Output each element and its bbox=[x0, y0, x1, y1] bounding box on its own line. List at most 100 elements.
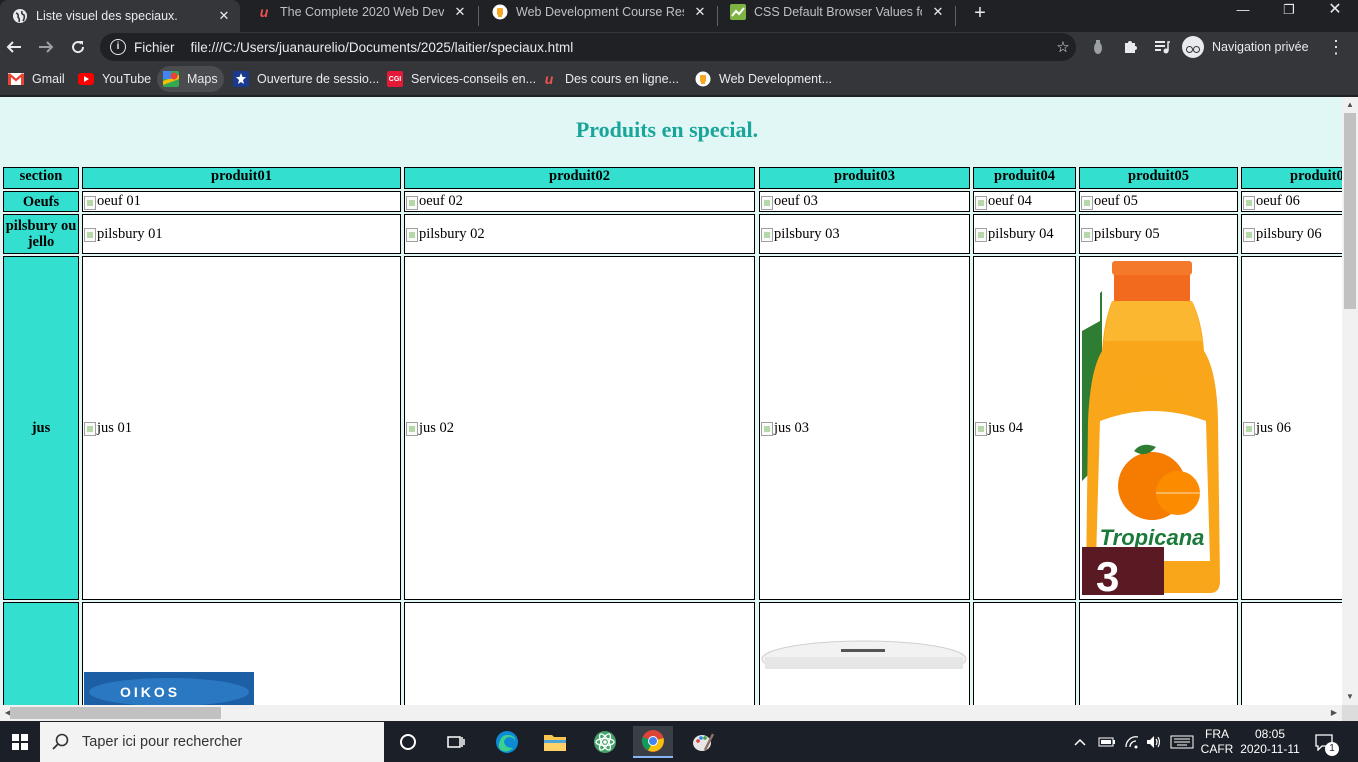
atom-app-icon[interactable] bbox=[585, 726, 625, 758]
info-icon[interactable]: i bbox=[110, 39, 126, 55]
table-cell: pilsbury 04 bbox=[973, 214, 1076, 254]
edge-icon[interactable] bbox=[487, 726, 527, 758]
incognito-icon bbox=[1182, 36, 1204, 58]
yogurt-tub-image bbox=[761, 639, 967, 705]
star-icon[interactable]: ☆ bbox=[1050, 38, 1076, 56]
image-alt-text: jus 06 bbox=[1256, 419, 1292, 436]
new-tab-button[interactable]: + bbox=[968, 2, 992, 26]
youtube-icon bbox=[78, 71, 94, 87]
extension-icon[interactable] bbox=[1086, 35, 1110, 59]
row-header-yogourt bbox=[3, 602, 79, 705]
bookmark-maps[interactable]: Maps bbox=[157, 66, 224, 92]
tab-udemy[interactable]: u The Complete 2020 Web Develop ✕ bbox=[244, 0, 476, 24]
table-cell: pilsbury 03 bbox=[759, 214, 970, 254]
volume-icon[interactable] bbox=[1146, 722, 1162, 762]
address-bar[interactable]: i Fichier file:///C:/Users/juanaurelio/D… bbox=[100, 33, 1076, 61]
tab-title: The Complete 2020 Web Develop bbox=[280, 5, 444, 19]
broken-image-icon bbox=[761, 422, 773, 436]
table-header-produit01: produit01 bbox=[82, 167, 401, 189]
toolbar: i Fichier file:///C:/Users/juanaurelio/D… bbox=[0, 32, 1358, 62]
quebec-icon bbox=[233, 71, 249, 87]
table-cell: jus 03 bbox=[759, 256, 970, 600]
image-alt-text: oeuf 05 bbox=[1094, 193, 1138, 209]
url-text[interactable]: file:///C:/Users/juanaurelio/Documents/2… bbox=[191, 40, 1050, 55]
keyboard-icon[interactable] bbox=[1170, 722, 1194, 762]
close-icon[interactable]: ✕ bbox=[930, 4, 946, 20]
back-button[interactable] bbox=[2, 35, 26, 59]
wifi-icon[interactable] bbox=[1124, 722, 1140, 762]
tab-active[interactable]: Liste visuel des speciaux. ✕ bbox=[0, 0, 240, 32]
bookmark-youtube[interactable]: YouTube bbox=[72, 66, 157, 92]
menu-icon[interactable]: ⋮ bbox=[1324, 35, 1348, 59]
table-cell: pilsbury 02 bbox=[404, 214, 755, 254]
table-cell: jus 02 bbox=[404, 256, 755, 600]
bookmark-gmail[interactable]: Gmail bbox=[2, 66, 71, 92]
windows-start-button[interactable] bbox=[0, 726, 40, 758]
forward-button[interactable] bbox=[34, 35, 58, 59]
page-title: Produits en special. bbox=[575, 117, 759, 142]
chrome-icon[interactable] bbox=[633, 726, 673, 758]
minimize-button[interactable]: — bbox=[1220, 0, 1266, 22]
horizontal-scroll-thumb[interactable] bbox=[10, 707, 221, 719]
tab-title: Liste visuel des speciaux. bbox=[36, 9, 178, 23]
reload-button[interactable] bbox=[66, 35, 90, 59]
cgi-icon: CGI bbox=[387, 71, 403, 87]
close-window-button[interactable]: ✕ bbox=[1312, 0, 1358, 22]
bookmark-services-conseils[interactable]: CGI Services-conseils en... bbox=[381, 66, 542, 92]
table-cell bbox=[404, 602, 755, 705]
table-cell: pilsbury 06 bbox=[1241, 214, 1342, 254]
table-cell: oeuf 05 bbox=[1079, 191, 1238, 212]
scroll-up-arrow-icon[interactable]: ▲ bbox=[1342, 97, 1358, 113]
broken-image-icon bbox=[1243, 422, 1255, 436]
table-cell: oeuf 04 bbox=[973, 191, 1076, 212]
broken-image-icon bbox=[975, 228, 987, 242]
file-explorer-icon[interactable] bbox=[535, 726, 575, 758]
bookmark-label: Des cours en ligne... bbox=[565, 72, 679, 86]
restore-button[interactable]: ❐ bbox=[1266, 0, 1312, 22]
table-header-section: section bbox=[3, 167, 79, 189]
action-center-button[interactable]: 1 bbox=[1314, 722, 1339, 762]
tab-css-defaults[interactable]: CSS Default Browser Values for H ✕ bbox=[718, 0, 954, 24]
bookmark-web-development[interactable]: Web Development... bbox=[689, 66, 838, 92]
tab-course[interactable]: Web Development Course Resou ✕ bbox=[480, 0, 716, 24]
puzzle-icon[interactable] bbox=[1118, 35, 1142, 59]
scroll-right-arrow-icon[interactable]: ▶ bbox=[1326, 705, 1342, 721]
image-alt-text: pilsbury 03 bbox=[774, 225, 840, 242]
table-cell: oeuf 01 bbox=[82, 191, 401, 212]
battery-icon[interactable] bbox=[1098, 722, 1116, 762]
broken-image-icon bbox=[975, 195, 987, 210]
private-browsing-indicator[interactable]: Navigation privée bbox=[1182, 34, 1309, 60]
chart-icon bbox=[730, 4, 746, 20]
bookmark-ouverture-session[interactable]: Ouverture de sessio... bbox=[227, 66, 385, 92]
image-alt-text: pilsbury 02 bbox=[419, 225, 485, 242]
task-view-icon[interactable] bbox=[436, 726, 476, 758]
bookmark-des-cours[interactable]: u Des cours en ligne... bbox=[535, 66, 685, 92]
taskbar-search[interactable]: Taper ici pour rechercher bbox=[40, 722, 384, 762]
cortana-icon[interactable] bbox=[388, 726, 428, 758]
globe-icon bbox=[12, 8, 28, 24]
close-icon[interactable]: ✕ bbox=[692, 4, 708, 20]
yogurt-image: OIKOS bbox=[84, 672, 254, 705]
horizontal-scrollbar[interactable]: ◀ ▶ bbox=[0, 705, 1342, 721]
maps-icon bbox=[163, 71, 179, 87]
scroll-down-arrow-icon[interactable]: ▼ bbox=[1342, 689, 1358, 705]
close-icon[interactable]: ✕ bbox=[216, 8, 232, 24]
vertical-scroll-thumb[interactable] bbox=[1344, 113, 1356, 309]
input-language[interactable]: FRA CAFR bbox=[1201, 722, 1234, 762]
table-cell bbox=[973, 602, 1076, 705]
scheme-label: Fichier bbox=[134, 39, 175, 55]
table-cell: jus 04 bbox=[973, 256, 1076, 600]
vertical-scrollbar[interactable]: ▲ ▼ bbox=[1342, 97, 1358, 705]
close-icon[interactable]: ✕ bbox=[452, 4, 468, 20]
tab-separator bbox=[955, 6, 956, 26]
juice-image: Tropicana 3 bbox=[1082, 261, 1224, 595]
page-content: Produits en special. section produit01 p… bbox=[0, 97, 1342, 705]
paint-icon[interactable] bbox=[683, 726, 723, 758]
clock[interactable]: 08:05 2020-11-11 bbox=[1238, 722, 1302, 762]
broken-image-icon bbox=[761, 228, 773, 242]
bookmark-label: Gmail bbox=[32, 72, 65, 86]
table-header-produit05: produit05 bbox=[1079, 167, 1238, 189]
show-hidden-icons-icon[interactable] bbox=[1074, 722, 1086, 762]
media-control-icon[interactable] bbox=[1150, 35, 1174, 59]
table-cell: jus 01 bbox=[82, 256, 401, 600]
